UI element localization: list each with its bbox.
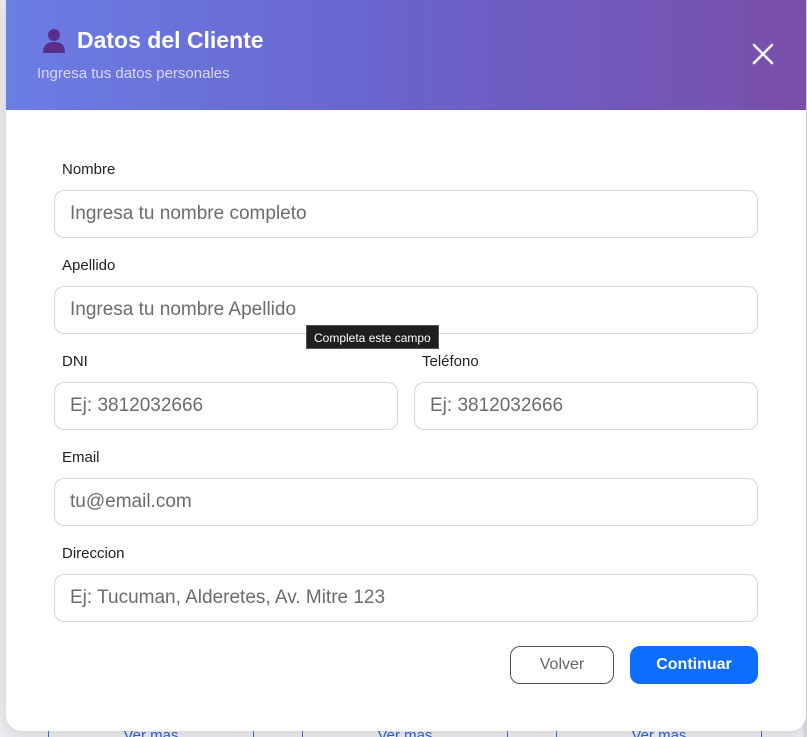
user-icon bbox=[43, 29, 65, 53]
close-icon[interactable] bbox=[746, 37, 780, 71]
nombre-input[interactable] bbox=[54, 190, 758, 238]
dni-input[interactable] bbox=[54, 382, 398, 430]
modal-header: Datos del Cliente Ingresa tus datos pers… bbox=[6, 0, 806, 110]
back-button[interactable]: Volver bbox=[510, 646, 614, 684]
email-label: Email bbox=[62, 449, 100, 466]
validation-tooltip: Completa este campo bbox=[306, 325, 439, 349]
apellido-label: Apellido bbox=[62, 257, 116, 274]
continue-button[interactable]: Continuar bbox=[630, 646, 758, 684]
client-data-modal: Datos del Cliente Ingresa tus datos pers… bbox=[6, 0, 806, 731]
direccion-input[interactable] bbox=[54, 574, 758, 622]
modal-subtitle: Ingresa tus datos personales bbox=[37, 65, 230, 82]
dni-label: DNI bbox=[62, 353, 88, 370]
modal-title: Datos del Cliente bbox=[77, 27, 264, 53]
telefono-label: Teléfono bbox=[422, 353, 479, 370]
direccion-label: Direccion bbox=[62, 545, 125, 562]
nombre-label: Nombre bbox=[62, 161, 116, 178]
telefono-input[interactable] bbox=[414, 382, 758, 430]
email-input[interactable] bbox=[54, 478, 758, 526]
